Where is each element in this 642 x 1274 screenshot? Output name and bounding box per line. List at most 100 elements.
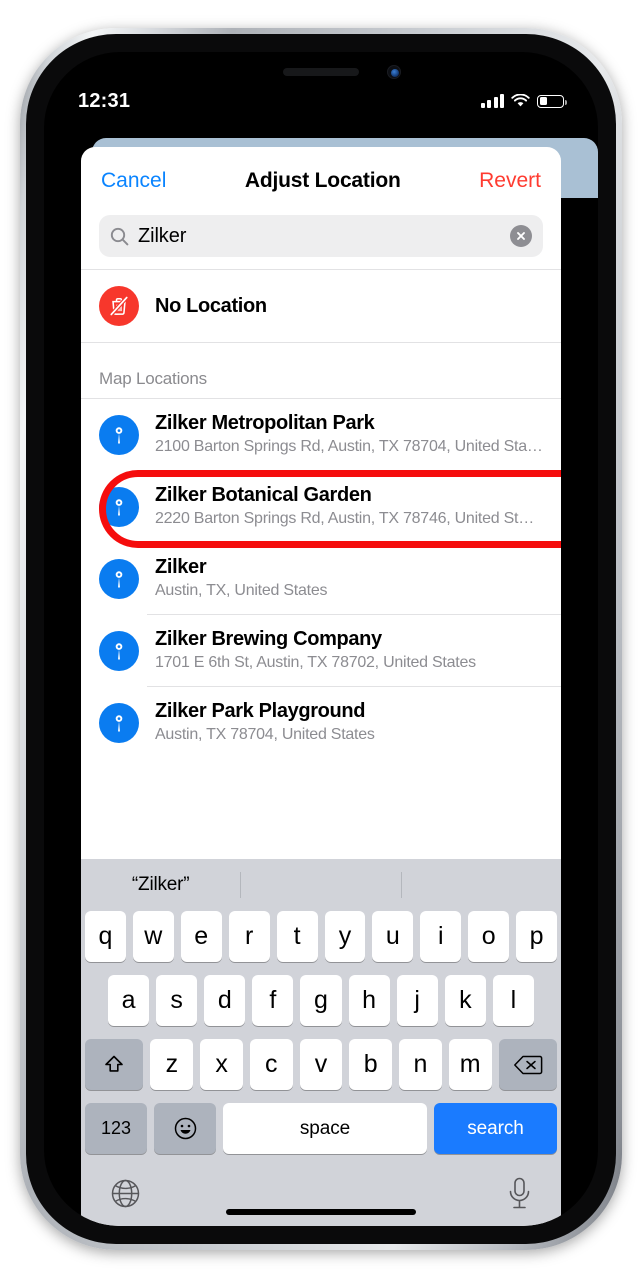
clear-search-button[interactable]: [510, 225, 532, 247]
map-pin-icon: [99, 558, 139, 599]
keyboard-row-4: 123 space search: [81, 1103, 561, 1154]
battery-icon: [537, 94, 567, 108]
map-pin-icon-wrap: [99, 558, 139, 599]
map-pin-icon-wrap: [99, 630, 139, 671]
screenshot-stage: 12:31 Cancel Adjust Location Revert Zilk…: [0, 0, 642, 1274]
no-location-icon-wrap: [99, 286, 139, 326]
result-row-zilker-brewing-company[interactable]: Zilker Brewing Company 1701 E 6th St, Au…: [81, 615, 561, 686]
key-j[interactable]: j: [396, 975, 438, 1026]
map-pin-icon: [99, 702, 139, 743]
globe-icon: [111, 1179, 140, 1208]
pin-glyph-icon: [115, 426, 123, 444]
search-key[interactable]: search: [434, 1103, 557, 1154]
result-row-zilker-park-playground[interactable]: Zilker Park Playground Austin, TX 78704,…: [81, 687, 561, 758]
adjust-location-sheet: Cancel Adjust Location Revert Zilker No …: [81, 147, 561, 1226]
shift-arrow-icon: [105, 1055, 124, 1072]
emoji-smiley-icon: [174, 1117, 196, 1140]
backspace-key[interactable]: [498, 1039, 558, 1090]
no-location-row[interactable]: No Location: [81, 270, 561, 342]
pin-glyph-icon: [115, 642, 123, 660]
key-n[interactable]: n: [399, 1039, 442, 1090]
keyboard-row-3: z x c v b n m: [81, 1039, 561, 1090]
cancel-button[interactable]: Cancel: [101, 169, 166, 193]
map-pin-icon: [99, 414, 139, 455]
key-t[interactable]: t: [276, 911, 318, 962]
pin-glyph-icon: [115, 714, 123, 732]
key-f[interactable]: f: [252, 975, 294, 1026]
key-x[interactable]: x: [200, 1039, 243, 1090]
key-a[interactable]: a: [108, 975, 150, 1026]
key-r[interactable]: r: [228, 911, 270, 962]
result-text: Zilker Botanical Garden 2220 Barton Spri…: [155, 483, 543, 529]
phone-bezel: 12:31 Cancel Adjust Location Revert Zilk…: [26, 34, 616, 1244]
key-c[interactable]: c: [249, 1039, 293, 1090]
key-k[interactable]: k: [444, 975, 486, 1026]
search-container: Zilker: [81, 215, 561, 269]
trash-slash-icon: [109, 295, 129, 317]
key-p[interactable]: p: [516, 911, 558, 962]
result-text: Zilker Metropolitan Park 2100 Barton Spr…: [155, 411, 543, 457]
revert-button[interactable]: Revert: [479, 169, 541, 193]
key-i[interactable]: i: [420, 911, 462, 962]
result-row-zilker-metropolitan-park[interactable]: Zilker Metropolitan Park 2100 Barton Spr…: [81, 399, 561, 470]
result-title: Zilker Park Playground: [155, 700, 366, 723]
no-location-label: No Location: [155, 294, 267, 317]
key-h[interactable]: h: [348, 975, 390, 1026]
status-bar: 12:31: [44, 82, 598, 120]
prediction-1[interactable]: “Zilker”: [81, 859, 240, 911]
phone-screen: 12:31 Cancel Adjust Location Revert Zilk…: [44, 52, 598, 1226]
key-m[interactable]: m: [448, 1039, 492, 1090]
key-y[interactable]: y: [324, 911, 366, 962]
key-o[interactable]: o: [468, 911, 510, 962]
result-subtitle: 2100 Barton Springs Rd, Austin, TX 78704…: [155, 437, 543, 455]
key-e[interactable]: e: [180, 911, 222, 962]
map-pin-icon-wrap: [99, 486, 139, 527]
globe-key[interactable]: [109, 1177, 142, 1213]
search-icon: [110, 227, 129, 245]
no-location-trash-icon: [99, 286, 139, 326]
space-key[interactable]: space: [223, 1103, 427, 1154]
earpiece-speaker-icon: [283, 68, 359, 76]
result-text: Zilker Park Playground Austin, TX 78704,…: [155, 699, 543, 745]
shift-key[interactable]: [84, 1039, 144, 1090]
result-title: Zilker Metropolitan Park: [155, 412, 375, 435]
key-q[interactable]: q: [84, 911, 126, 962]
status-time: 12:31: [78, 89, 131, 112]
result-title: Zilker Botanical Garden: [155, 484, 372, 507]
result-title: Zilker: [155, 556, 207, 579]
no-location-text: No Location: [155, 294, 543, 318]
map-pin-icon-wrap: [99, 414, 139, 455]
result-row-zilker[interactable]: Zilker Austin, TX, United States: [81, 543, 561, 614]
search-field[interactable]: Zilker: [99, 215, 543, 257]
result-text: Zilker Brewing Company 1701 E 6th St, Au…: [155, 627, 543, 673]
key-b[interactable]: b: [349, 1039, 393, 1090]
result-subtitle: Austin, TX 78704, United States: [155, 725, 375, 743]
result-title: Zilker Brewing Company: [155, 628, 382, 651]
onscreen-keyboard: “Zilker” q w e r t y u i o p a s d f g h…: [81, 859, 561, 1226]
search-input[interactable]: Zilker: [138, 225, 501, 248]
dictation-key[interactable]: [506, 1176, 533, 1214]
wifi-icon: [511, 94, 530, 107]
key-z[interactable]: z: [150, 1039, 194, 1090]
key-u[interactable]: u: [372, 911, 414, 962]
key-v[interactable]: v: [299, 1039, 343, 1090]
emoji-key[interactable]: [154, 1103, 216, 1154]
key-s[interactable]: s: [156, 975, 198, 1026]
prediction-3[interactable]: [402, 859, 561, 911]
microphone-icon: [509, 1177, 530, 1209]
key-g[interactable]: g: [300, 975, 342, 1026]
map-pin-icon-wrap: [99, 702, 139, 743]
result-row-zilker-botanical-garden[interactable]: Zilker Botanical Garden 2220 Barton Spri…: [81, 471, 561, 542]
key-d[interactable]: d: [204, 975, 246, 1026]
prediction-2[interactable]: [241, 859, 400, 911]
backspace-icon: [513, 1055, 543, 1074]
keyboard-row-1: q w e r t y u i o p: [81, 911, 561, 962]
keyboard-bottom-bar: [81, 1164, 561, 1226]
key-l[interactable]: l: [492, 975, 534, 1026]
front-camera-icon: [387, 65, 401, 79]
key-w[interactable]: w: [132, 911, 174, 962]
numbers-key[interactable]: 123: [85, 1103, 147, 1154]
status-indicators: [480, 94, 567, 108]
predictive-bar: “Zilker”: [81, 859, 561, 911]
close-icon: [517, 232, 525, 240]
